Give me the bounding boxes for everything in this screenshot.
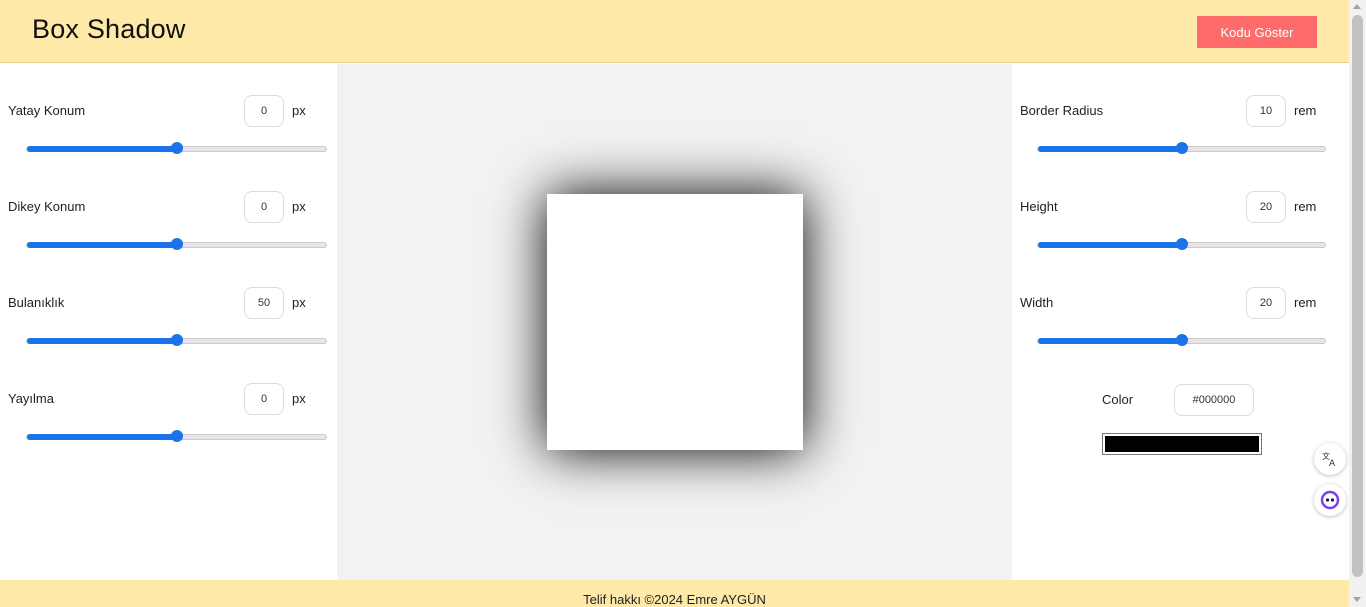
slider-thumb[interactable] [1175, 142, 1188, 154]
vertical-offset-input[interactable]: 0 [244, 191, 284, 223]
control-width: Width 20 rem [1012, 263, 1349, 359]
scrollbar-thumb[interactable] [1352, 15, 1363, 577]
control-horizontal-offset: Yatay Konum 0 px [0, 71, 337, 167]
copyright-text: Telif hakkı ©2024 Emre AYGÜN [583, 592, 766, 607]
blur-input[interactable]: 50 [244, 287, 284, 319]
control-blur: Bulanıklık 50 px [0, 263, 337, 359]
horizontal-offset-slider[interactable] [26, 142, 327, 154]
color-hex-input[interactable]: #000000 [1174, 384, 1254, 416]
page-title: Box Shadow [32, 14, 186, 44]
control-label: Dikey Konum [8, 199, 86, 214]
left-control-panel: Yatay Konum 0 px Dikey Konum 0 px Bulanı… [0, 64, 337, 580]
unit-label: rem [1294, 295, 1317, 310]
preview-box [547, 194, 803, 450]
control-label: Height [1020, 199, 1058, 214]
slider-fill [27, 242, 177, 248]
border-radius-slider[interactable] [1037, 142, 1326, 154]
slider-fill [1038, 338, 1182, 344]
slider-thumb[interactable] [170, 430, 183, 442]
spread-input[interactable]: 0 [244, 383, 284, 415]
preview-area [337, 64, 1012, 580]
color-label: Color [1102, 392, 1134, 407]
right-control-panel: Border Radius 10 rem Height 20 rem Width… [1012, 64, 1349, 580]
vertical-scrollbar[interactable] [1349, 0, 1366, 607]
width-slider[interactable] [1037, 334, 1326, 346]
unit-label: px [292, 199, 306, 214]
scroll-up-arrow-icon[interactable] [1353, 4, 1361, 9]
svg-text:A: A [1329, 459, 1336, 468]
height-slider[interactable] [1037, 238, 1326, 250]
blur-slider[interactable] [26, 334, 327, 346]
slider-fill [27, 434, 177, 440]
slider-thumb[interactable] [170, 238, 183, 250]
color-picker[interactable] [1102, 433, 1262, 455]
show-code-button[interactable]: Kodu Göster [1197, 16, 1317, 48]
slider-thumb[interactable] [1175, 238, 1188, 250]
translate-button[interactable]: 文 A [1314, 443, 1346, 475]
control-height: Height 20 rem [1012, 167, 1349, 263]
control-spread: Yayılma 0 px [0, 359, 337, 455]
spread-slider[interactable] [26, 430, 327, 442]
unit-label: px [292, 295, 306, 310]
slider-fill [1038, 146, 1182, 152]
unit-label: rem [1294, 103, 1317, 118]
slider-fill [1038, 242, 1182, 248]
slider-fill [27, 338, 177, 344]
unit-label: px [292, 103, 306, 118]
control-label: Width [1020, 295, 1054, 310]
control-label: Border Radius [1020, 103, 1104, 118]
unit-label: px [292, 391, 306, 406]
slider-thumb[interactable] [170, 142, 183, 154]
slider-fill [27, 146, 177, 152]
translate-icon: 文 A [1322, 451, 1336, 468]
color-swatch-fill [1105, 436, 1259, 452]
slider-thumb[interactable] [170, 334, 183, 346]
border-radius-input[interactable]: 10 [1246, 95, 1286, 127]
assistant-icon [1320, 490, 1340, 510]
control-border-radius: Border Radius 10 rem [1012, 71, 1349, 167]
control-label: Yatay Konum [8, 103, 86, 118]
unit-label: rem [1294, 199, 1317, 214]
app-header: Box Shadow Kodu Göster [0, 0, 1349, 63]
assistant-button[interactable] [1314, 484, 1346, 516]
width-input[interactable]: 20 [1246, 287, 1286, 319]
footer: Telif hakkı ©2024 Emre AYGÜN [0, 580, 1349, 607]
control-vertical-offset: Dikey Konum 0 px [0, 167, 337, 263]
scroll-down-arrow-icon[interactable] [1353, 597, 1361, 602]
control-label: Yayılma [8, 391, 54, 406]
height-input[interactable]: 20 [1246, 191, 1286, 223]
slider-thumb[interactable] [1175, 334, 1188, 346]
control-label: Bulanıklık [8, 295, 65, 310]
vertical-offset-slider[interactable] [26, 238, 327, 250]
horizontal-offset-input[interactable]: 0 [244, 95, 284, 127]
